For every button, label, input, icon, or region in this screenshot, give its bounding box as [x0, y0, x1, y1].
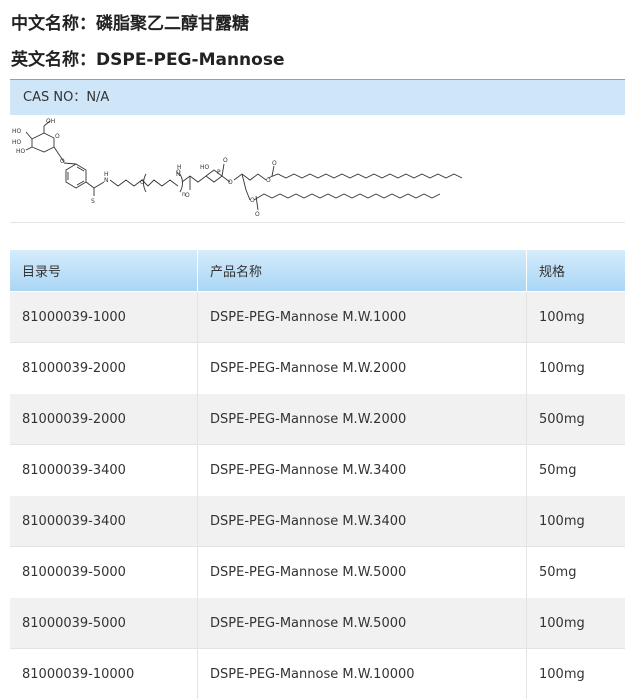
cas-label: CAS NO： [23, 90, 86, 105]
spec-cell: 50mg [527, 547, 625, 598]
product-table: 目录号 产品名称 规格 81000039-1000DSPE-PEG-Mannos… [10, 250, 625, 699]
struct-text-o1: O [55, 133, 60, 140]
catalog-number-cell: 81000039-10000 [10, 649, 198, 699]
product-name-cell: DSPE-PEG-Mannose M.W.10000 [198, 649, 527, 699]
table-row: 81000039-2000DSPE-PEG-Mannose M.W.200010… [10, 343, 625, 394]
product-name-cell: DSPE-PEG-Mannose M.W.3400 [198, 445, 527, 496]
table-row: 81000039-10000DSPE-PEG-Mannose M.W.10000… [10, 649, 625, 699]
struct-text-o6: O [223, 157, 228, 164]
table-header-row: 目录号 产品名称 规格 [10, 250, 625, 292]
struct-text-o3: O [140, 179, 145, 186]
table-body: 81000039-1000DSPE-PEG-Mannose M.W.100010… [10, 292, 625, 699]
spec-cell: 100mg [527, 598, 625, 649]
struct-text-p: P [217, 169, 221, 176]
struct-text-o11: O [255, 211, 260, 218]
struct-text-o10: O [250, 197, 255, 204]
struct-text-s: S [91, 198, 95, 205]
table-row: 81000039-3400DSPE-PEG-Mannose M.W.340010… [10, 496, 625, 547]
table-row: 81000039-5000DSPE-PEG-Mannose M.W.500050… [10, 547, 625, 598]
struct-text-h1: H [104, 171, 109, 178]
english-name-label: 英文名称： [11, 50, 96, 70]
column-header-product-name: 产品名称 [198, 250, 527, 292]
catalog-number-cell: 81000039-2000 [10, 343, 198, 394]
chinese-name-value: 磷脂聚乙二醇甘露糖 [96, 14, 249, 34]
struct-text-o4: O [185, 192, 190, 199]
chinese-name-label: 中文名称： [11, 14, 96, 34]
english-name-value: DSPE-PEG-Mannose [96, 50, 285, 70]
chemical-structure: HO OH HO HO O O S N H O n [10, 116, 625, 223]
upper-acyl-chain [268, 174, 462, 178]
structure-diagram: HO OH HO HO O O S N H O n [10, 116, 625, 222]
catalog-number-cell: 81000039-5000 [10, 598, 198, 649]
product-name-cell: DSPE-PEG-Mannose M.W.2000 [198, 394, 527, 445]
spec-cell: 50mg [527, 445, 625, 496]
table-row: 81000039-5000DSPE-PEG-Mannose M.W.500010… [10, 598, 625, 649]
mannose-ring [26, 121, 64, 162]
spec-cell: 100mg [527, 496, 625, 547]
struct-text-h2: H [177, 164, 182, 171]
chinese-name-line: 中文名称：磷脂聚乙二醇甘露糖 [11, 9, 249, 34]
catalog-number-cell: 81000039-3400 [10, 496, 198, 547]
cas-value: N/A [86, 90, 109, 105]
struct-text-o8: O [266, 177, 271, 184]
lower-acyl-chain [254, 194, 440, 200]
struct-text-o2: O [60, 158, 65, 165]
table-row: 81000039-2000DSPE-PEG-Mannose M.W.200050… [10, 394, 625, 445]
product-name-cell: DSPE-PEG-Mannose M.W.5000 [198, 547, 527, 598]
struct-text-oh1: OH [46, 118, 55, 125]
table-row: 81000039-1000DSPE-PEG-Mannose M.W.100010… [10, 292, 625, 343]
spec-cell: 100mg [527, 292, 625, 343]
cas-number-bar: CAS NO：N/A [10, 79, 625, 115]
product-name-cell: DSPE-PEG-Mannose M.W.1000 [198, 292, 527, 343]
column-header-spec: 规格 [527, 250, 625, 292]
struct-text-ho2: HO [12, 139, 22, 146]
product-name-cell: DSPE-PEG-Mannose M.W.5000 [198, 598, 527, 649]
struct-text-n1: N [104, 177, 109, 184]
benzene-ring [64, 163, 104, 196]
struct-text-o9: O [272, 160, 277, 167]
column-header-catalog: 目录号 [10, 250, 198, 292]
table-row: 81000039-3400DSPE-PEG-Mannose M.W.340050… [10, 445, 625, 496]
spec-cell: 100mg [527, 343, 625, 394]
product-name-cell: DSPE-PEG-Mannose M.W.3400 [198, 496, 527, 547]
struct-text-o7: O [228, 179, 233, 186]
struct-text-ho3: HO [16, 148, 26, 155]
catalog-number-cell: 81000039-5000 [10, 547, 198, 598]
spec-cell: 100mg [527, 649, 625, 699]
catalog-number-cell: 81000039-1000 [10, 292, 198, 343]
catalog-number-cell: 81000039-2000 [10, 394, 198, 445]
struct-text-n2: N [176, 171, 181, 178]
spec-cell: 500mg [527, 394, 625, 445]
english-name-line: 英文名称：DSPE-PEG-Mannose [11, 45, 285, 70]
product-name-cell: DSPE-PEG-Mannose M.W.2000 [198, 343, 527, 394]
struct-text-ho4: HO [200, 164, 210, 171]
struct-text-ho1: HO [12, 128, 22, 135]
catalog-number-cell: 81000039-3400 [10, 445, 198, 496]
